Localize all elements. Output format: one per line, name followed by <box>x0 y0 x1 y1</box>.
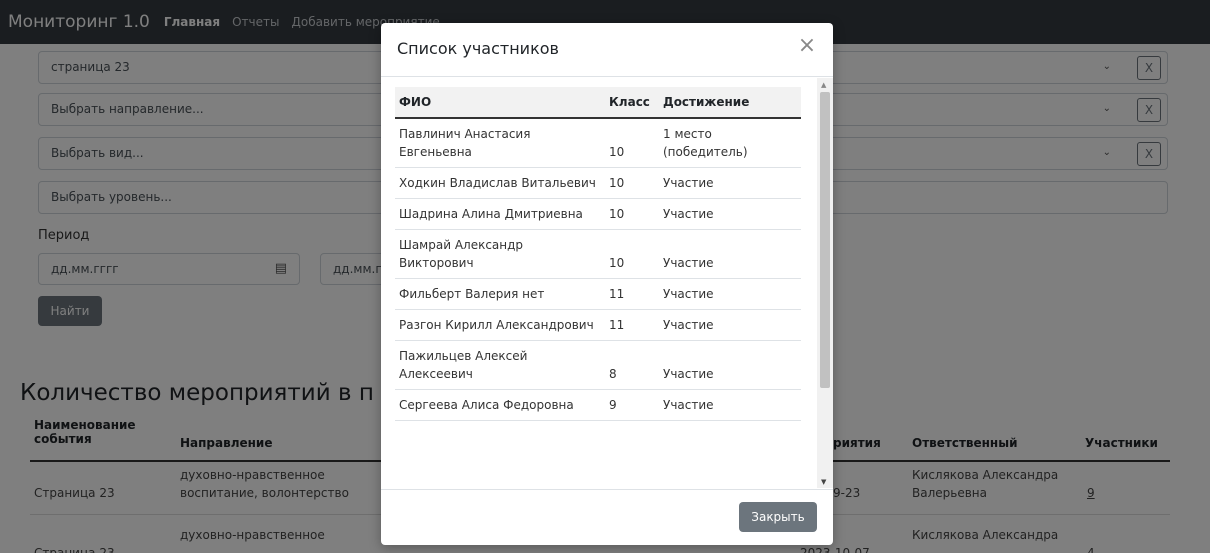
participant-name: Шамрай Александр Викторович <box>395 229 605 279</box>
participant-achievement: Участие <box>659 278 801 310</box>
table-row: Сергеева Алиса Федоровна 9 Участие <box>395 389 801 421</box>
participant-name: Разгон Кирилл Александрович <box>395 309 605 341</box>
participants-header-row: ФИО Класс Достижение <box>395 87 801 119</box>
table-row: Фильберт Валерия нет 11 Участие <box>395 278 801 310</box>
participant-name: Сергеева Алиса Федоровна <box>395 389 605 421</box>
participant-class: 10 <box>605 167 659 199</box>
table-row: Пажильцев Алексей Алексеевич 8 Участие <box>395 340 801 390</box>
participant-achievement: 1 место (победитель) <box>659 118 801 168</box>
table-row: Павлинич Анастасия Евгеньевна 10 1 место… <box>395 118 801 168</box>
participant-class: 10 <box>605 118 659 168</box>
modal-footer: Закрыть <box>381 489 833 545</box>
participant-achievement: Участие <box>659 340 801 390</box>
col-header-name: ФИО <box>395 87 605 119</box>
participant-name: Фильберт Валерия нет <box>395 278 605 310</box>
participant-achievement: Участие <box>659 229 801 279</box>
table-row: Ходкин Владислав Витальевич 10 Участие <box>395 167 801 199</box>
participant-achievement: Участие <box>659 389 801 421</box>
participant-achievement: Участие <box>659 198 801 230</box>
scroll-down-icon[interactable]: ▼ <box>821 478 826 486</box>
participant-name: Ходкин Владислав Витальевич <box>395 167 605 199</box>
col-header-achievement: Достижение <box>659 87 801 119</box>
participants-table: ФИО Класс Достижение Павлинич Анастасия … <box>395 87 801 421</box>
table-row: Разгон Кирилл Александрович 11 Участие <box>395 309 801 341</box>
table-row: Шадрина Алина Дмитриевна 10 Участие <box>395 198 801 230</box>
participant-achievement: Участие <box>659 167 801 199</box>
participant-achievement: Участие <box>659 309 801 341</box>
participant-class: 11 <box>605 278 659 310</box>
participant-class: 10 <box>605 198 659 230</box>
modal-title: Список участников <box>397 39 559 58</box>
close-button[interactable]: Закрыть <box>739 502 817 532</box>
table-row: Шамрай Александр Викторович 10 Участие <box>395 229 801 279</box>
participant-name: Шадрина Алина Дмитриевна <box>395 198 605 230</box>
participant-class: 9 <box>605 389 659 421</box>
modal-body: ФИО Класс Достижение Павлинич Анастасия … <box>381 78 833 488</box>
participant-class: 10 <box>605 229 659 279</box>
scrollbar-thumb[interactable] <box>820 92 830 388</box>
modal-scrollbar[interactable]: ▲ ▼ <box>817 78 833 488</box>
participant-class: 8 <box>605 340 659 390</box>
participants-modal: Список участников × ФИО Класс Достижение… <box>381 23 833 545</box>
close-icon[interactable]: × <box>795 33 819 61</box>
col-header-class: Класс <box>605 87 659 119</box>
modal-header: Список участников × <box>381 23 833 77</box>
scroll-up-icon[interactable]: ▲ <box>821 81 826 89</box>
participant-class: 11 <box>605 309 659 341</box>
participant-name: Пажильцев Алексей Алексеевич <box>395 340 605 390</box>
participant-name: Павлинич Анастасия Евгеньевна <box>395 118 605 168</box>
